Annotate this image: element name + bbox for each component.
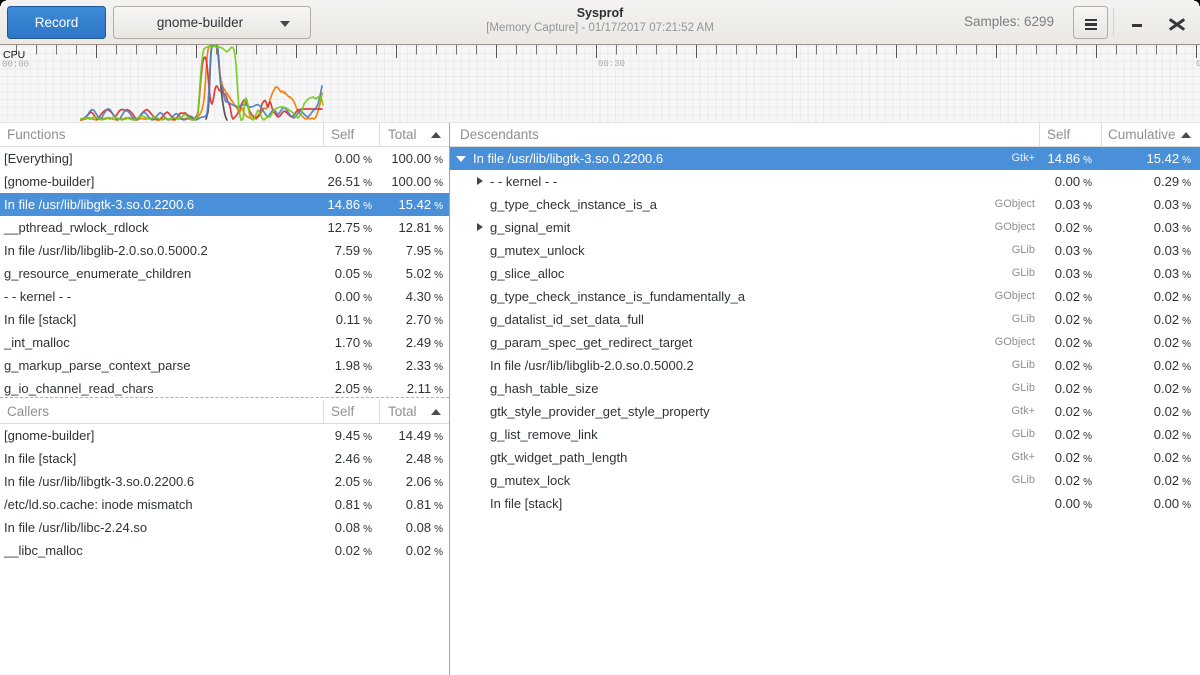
- svg-text:00:30: 00:30: [598, 59, 625, 69]
- svg-text:00:00: 00:00: [2, 60, 29, 70]
- svg-text:01:00: 01:00: [1196, 59, 1200, 69]
